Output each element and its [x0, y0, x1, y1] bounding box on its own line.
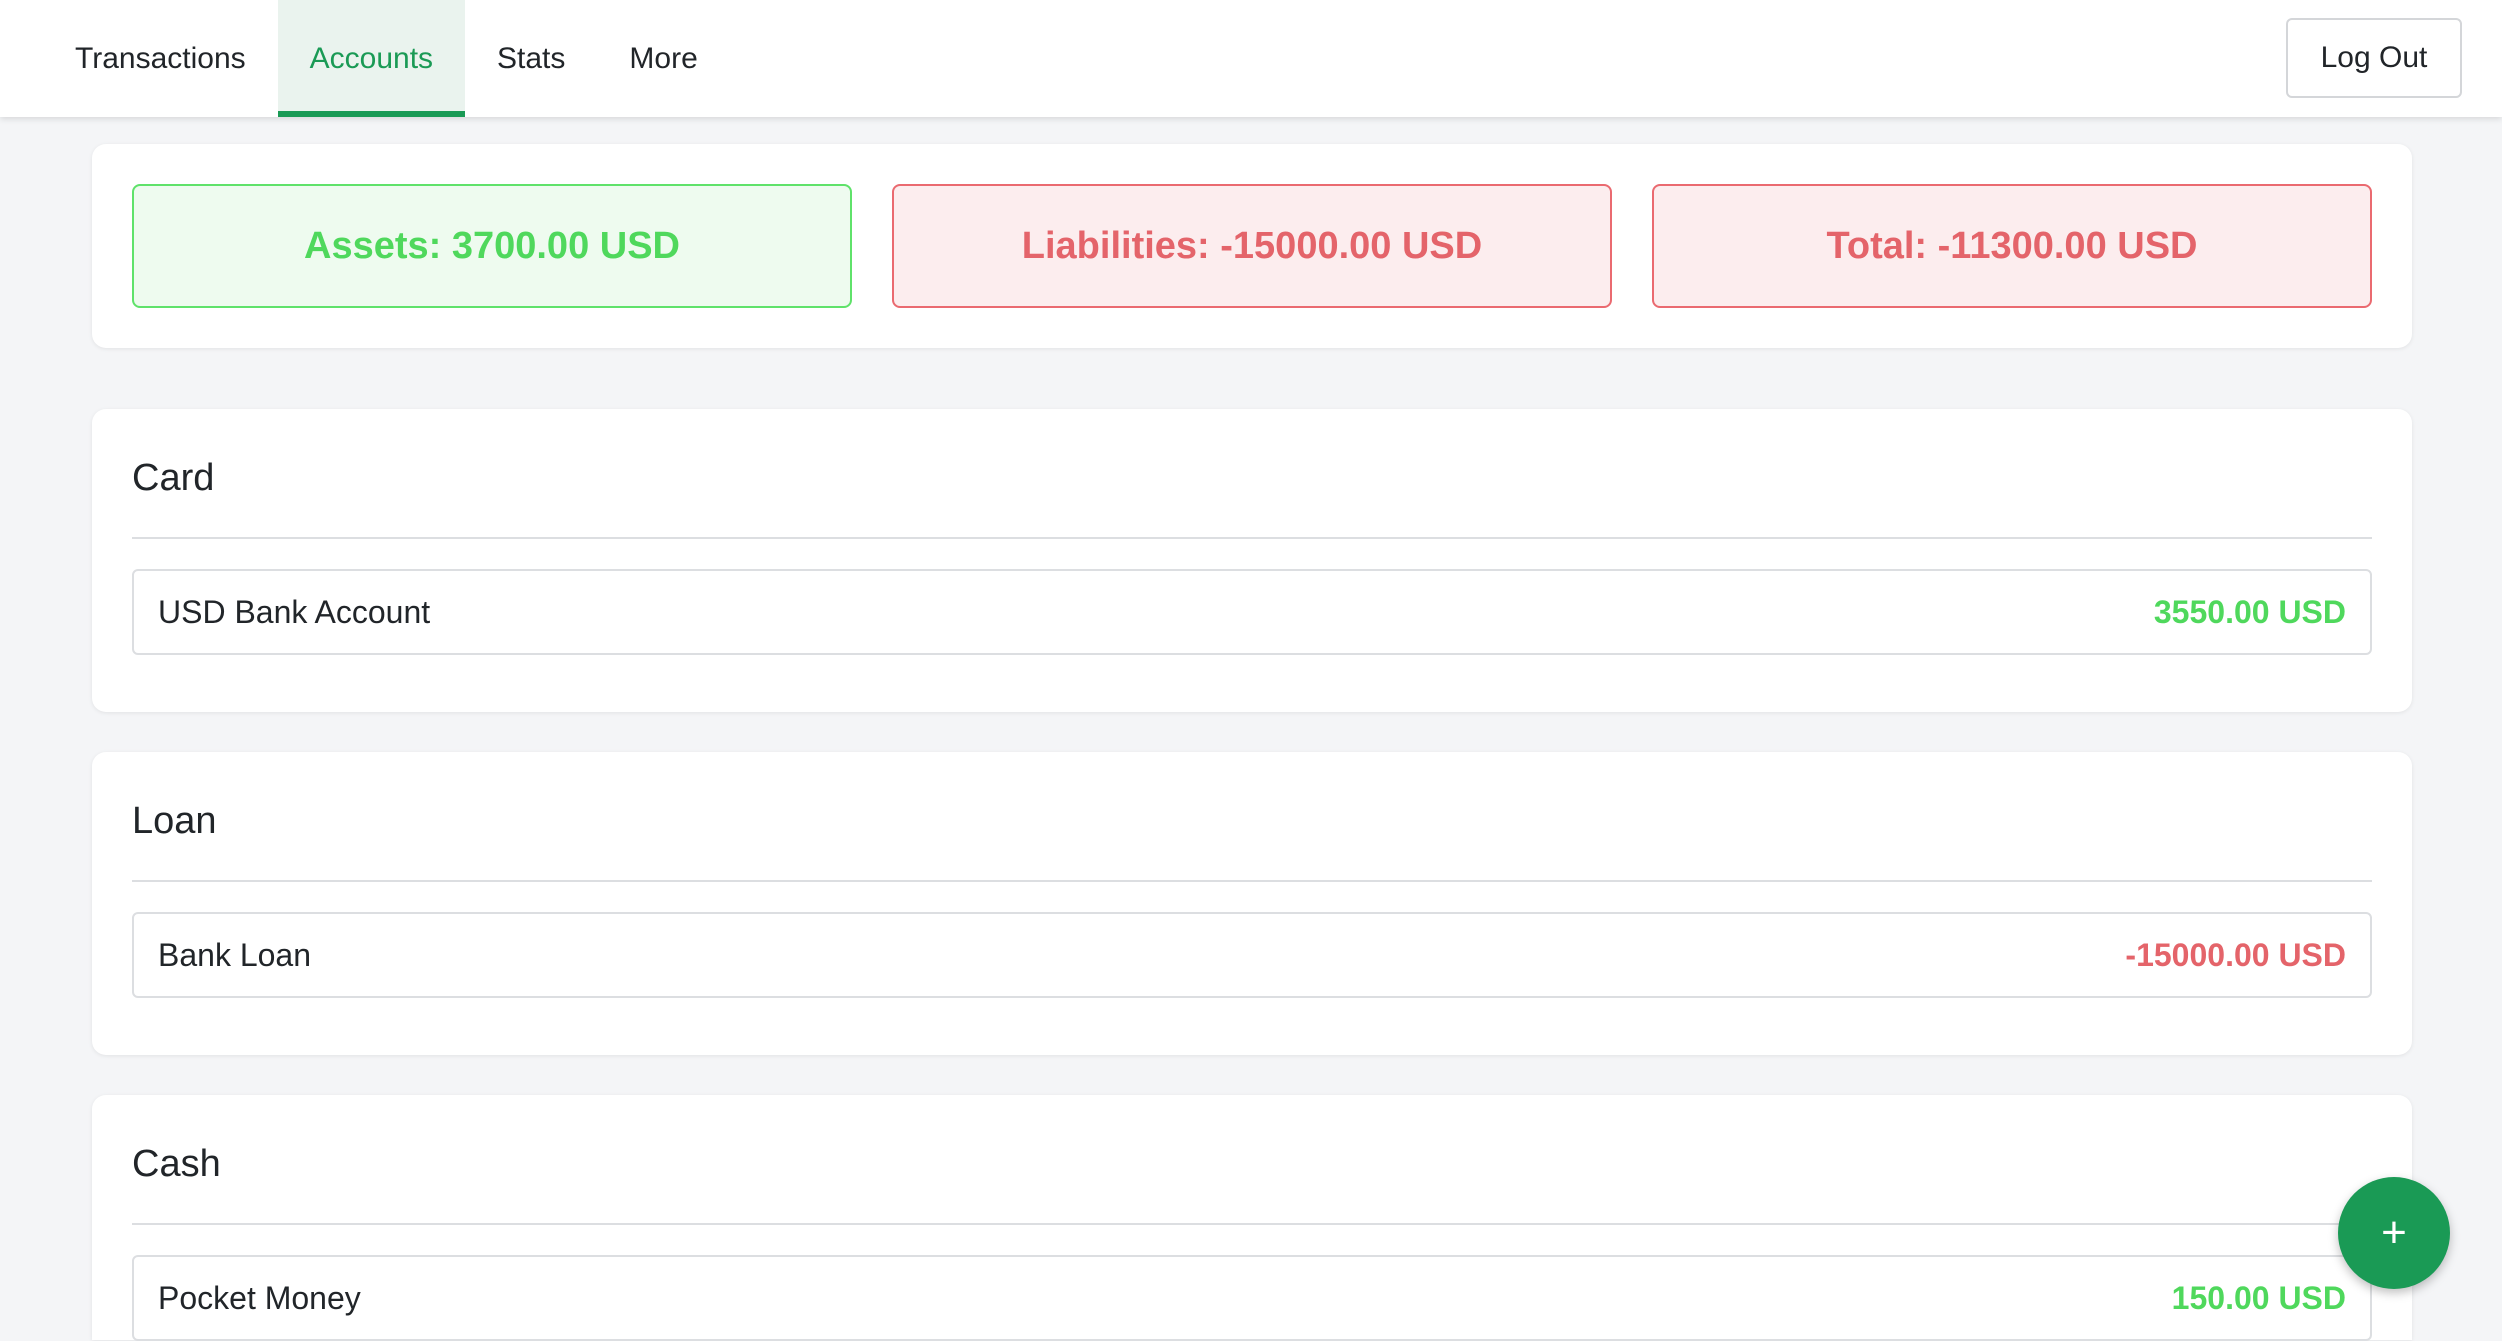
account-balance: 150.00 USD [2171, 1279, 2346, 1316]
assets-summary: Assets: 3700.00 USD [132, 184, 852, 308]
account-group-cash: Cash Pocket Money 150.00 USD [92, 1095, 2412, 1341]
group-title: Cash [132, 1143, 221, 1185]
account-group-loan: Loan Bank Loan -15000.00 USD [92, 752, 2412, 1055]
account-name: Pocket Money [158, 1279, 361, 1316]
divider [132, 880, 2372, 882]
logout-button[interactable]: Log Out [2286, 18, 2462, 98]
account-name: Bank Loan [158, 936, 312, 973]
liabilities-summary: Liabilities: -15000.00 USD [892, 184, 1612, 308]
account-balance: -15000.00 USD [2125, 936, 2346, 973]
tab-accounts[interactable]: Accounts [277, 0, 466, 117]
tab-transactions[interactable]: Transactions [43, 0, 278, 117]
tab-stats[interactable]: Stats [465, 0, 597, 117]
group-title: Loan [132, 800, 217, 842]
account-name: USD Bank Account [158, 593, 431, 630]
divider [132, 537, 2372, 539]
add-account-button[interactable]: + [2338, 1177, 2450, 1289]
account-balance: 3550.00 USD [2153, 593, 2346, 630]
tab-more[interactable]: More [597, 0, 729, 117]
account-group-card: Card USD Bank Account 3550.00 USD [92, 409, 2412, 712]
nav-tabs: Transactions Accounts Stats More [43, 0, 730, 117]
account-row-usd-bank-account[interactable]: USD Bank Account 3550.00 USD [132, 569, 2372, 655]
account-row-pocket-money[interactable]: Pocket Money 150.00 USD [132, 1255, 2372, 1341]
divider [132, 1223, 2372, 1225]
account-row-bank-loan[interactable]: Bank Loan -15000.00 USD [132, 912, 2372, 998]
group-title: Card [132, 457, 215, 499]
plus-icon: + [2381, 1208, 2407, 1257]
top-navbar: Transactions Accounts Stats More Log Out [0, 0, 2502, 117]
total-summary: Total: -11300.00 USD [1652, 184, 2372, 308]
summary-panel: Assets: 3700.00 USD Liabilities: -15000.… [92, 144, 2412, 348]
